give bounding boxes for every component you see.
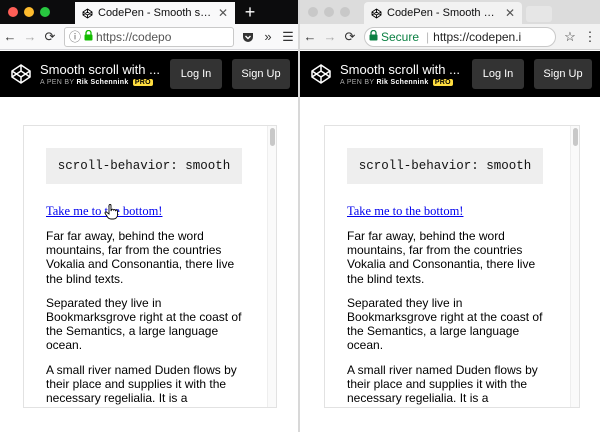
reload-button[interactable]: ⟳ (40, 27, 60, 47)
window-controls (308, 7, 350, 17)
tab-strip: CodePen - Smooth scroll with h ✕ + (0, 0, 298, 24)
paragraph: A small river named Duden flows by their… (46, 362, 237, 407)
url-separator: | (426, 29, 430, 44)
secure-label: Secure (381, 29, 420, 44)
back-button[interactable]: ← (300, 27, 320, 47)
scroll-content: scroll-behavior: smooth Take me to the b… (347, 148, 563, 407)
signup-button[interactable]: Sign Up (534, 59, 592, 89)
new-tab-button[interactable]: + (241, 3, 259, 21)
paragraph: Separated they live in Bookmarksgrove ri… (347, 295, 543, 353)
scroll-container[interactable]: scroll-behavior: smooth Take me to the b… (324, 125, 580, 408)
scroll-container[interactable]: scroll-behavior: smooth Take me to the b… (23, 125, 277, 408)
left-browser-window: CodePen - Smooth scroll with h ✕ + ← → ⟳… (0, 0, 298, 432)
lock-icon (84, 29, 93, 44)
pro-badge: PRO (132, 79, 153, 86)
scrollbar[interactable] (267, 126, 276, 407)
pen-preview-area: scroll-behavior: smooth Take me to the b… (0, 97, 298, 432)
signup-button[interactable]: Sign Up (232, 59, 290, 89)
pen-title[interactable]: Smooth scroll with ... (340, 62, 462, 77)
hand-cursor-icon (104, 204, 118, 220)
paragraph: Far far away, behind the word mountains,… (347, 229, 536, 286)
forward-button[interactable]: → (20, 27, 40, 47)
login-button[interactable]: Log In (472, 59, 524, 89)
overflow-chevron-icon[interactable]: » (258, 27, 278, 47)
zoom-window-button[interactable] (40, 7, 50, 17)
address-bar[interactable]: Secure | https://codepen.i (364, 26, 556, 47)
paragraph: Separated they live in Bookmarksgrove ri… (46, 295, 242, 353)
url-text: https://codepen.i (433, 29, 522, 44)
scroll-to-bottom-link[interactable]: Take me to the bottom! (46, 204, 260, 219)
hamburger-menu-icon[interactable]: ☰ (278, 27, 298, 47)
address-bar[interactable]: ⓘ https://codepo (64, 26, 234, 47)
lock-icon (369, 29, 378, 44)
active-tab[interactable]: CodePen - Smooth scroll with s ✕ (364, 2, 522, 24)
back-button[interactable]: ← (0, 27, 20, 47)
code-snippet: scroll-behavior: smooth (347, 148, 543, 184)
tab-title: CodePen - Smooth scroll with h (98, 7, 213, 19)
pen-preview-area: scroll-behavior: smooth Take me to the b… (300, 97, 600, 432)
minimize-window-button[interactable] (324, 7, 334, 17)
navigation-toolbar: ← → ⟳ Secure | https://codepen.i ☆ ⋮ (300, 24, 600, 50)
window-controls (8, 7, 50, 17)
author-link[interactable]: Rik Schennink (376, 79, 428, 86)
close-window-button[interactable] (8, 7, 18, 17)
kebab-menu-icon[interactable]: ⋮ (580, 27, 600, 47)
reload-button[interactable]: ⟳ (340, 27, 360, 47)
login-button[interactable]: Log In (170, 59, 222, 89)
zoom-window-button[interactable] (340, 7, 350, 17)
pro-badge: PRO (432, 79, 453, 86)
scroll-content: scroll-behavior: smooth Take me to the b… (46, 148, 260, 407)
tab-title: CodePen - Smooth scroll with s (387, 7, 500, 19)
pen-title-block: Smooth scroll with ... A PEN BY Rik Sche… (340, 62, 462, 86)
codepen-favicon-icon (370, 7, 382, 19)
close-window-button[interactable] (308, 7, 318, 17)
codepen-header: Smooth scroll with ... A PEN BY Rik Sche… (300, 51, 600, 97)
codepen-favicon-icon (81, 7, 93, 19)
scrollbar-thumb[interactable] (270, 128, 275, 146)
code-snippet: scroll-behavior: smooth (46, 148, 242, 184)
navigation-toolbar: ← → ⟳ ⓘ https://codepo » ☰ (0, 24, 298, 50)
pen-title-block: Smooth scroll with ... A PEN BY Rik Sche… (40, 62, 160, 86)
info-icon[interactable]: ⓘ (69, 28, 81, 45)
minimize-window-button[interactable] (24, 7, 34, 17)
paragraph: Far far away, behind the word mountains,… (46, 229, 235, 286)
pen-title[interactable]: Smooth scroll with ... (40, 62, 160, 77)
bookmark-star-icon[interactable]: ☆ (560, 27, 580, 47)
tab-close-icon[interactable]: ✕ (217, 6, 229, 20)
byline-prefix: A PEN BY (340, 79, 375, 86)
pen-byline: A PEN BY Rik Schennink PRO (340, 79, 462, 86)
new-tab-button[interactable] (526, 6, 552, 22)
codepen-header: Smooth scroll with ... A PEN BY Rik Sche… (0, 51, 298, 97)
codepen-logo-icon[interactable] (10, 63, 32, 85)
tab-close-icon[interactable]: ✕ (504, 6, 516, 20)
forward-button[interactable]: → (320, 27, 340, 47)
url-text: https://codepo (96, 29, 172, 44)
scrollbar-thumb[interactable] (573, 128, 578, 146)
byline-prefix: A PEN BY (40, 79, 75, 86)
active-tab[interactable]: CodePen - Smooth scroll with h ✕ (75, 2, 235, 24)
codepen-logo-icon[interactable] (310, 63, 332, 85)
scrollbar[interactable] (570, 126, 579, 407)
scroll-to-bottom-link[interactable]: Take me to the bottom! (347, 204, 563, 219)
right-browser-window: CodePen - Smooth scroll with s ✕ ← → ⟳ S… (300, 0, 600, 432)
tab-strip: CodePen - Smooth scroll with s ✕ (300, 0, 600, 24)
paragraph: A small river named Duden flows by their… (347, 362, 538, 407)
pocket-icon[interactable] (238, 27, 258, 47)
pen-byline: A PEN BY Rik Schennink PRO (40, 79, 160, 86)
author-link[interactable]: Rik Schennink (76, 79, 128, 86)
